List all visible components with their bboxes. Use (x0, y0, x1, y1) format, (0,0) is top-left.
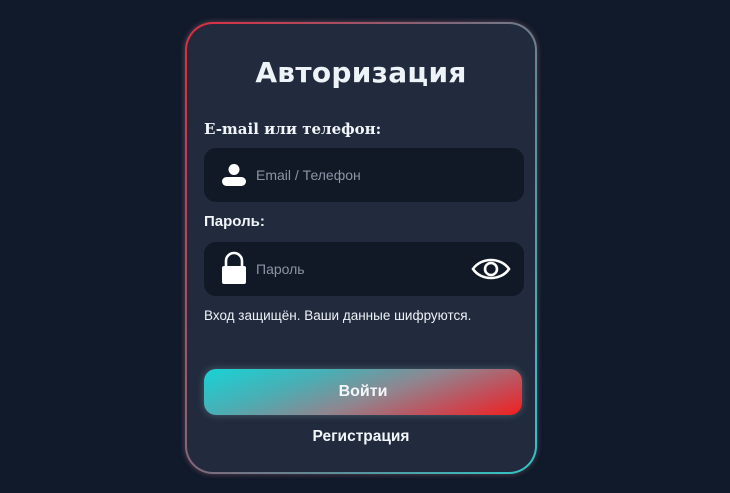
password-field-container (204, 242, 524, 296)
login-card: Авторизация E-mail или телефон: Пароль: … (185, 22, 537, 474)
security-note: Вход защищён. Ваши данные шифруются. (204, 308, 472, 323)
register-link[interactable]: Регистрация (187, 428, 535, 446)
password-label: Пароль: (204, 213, 265, 230)
page-title: Авторизация (255, 56, 467, 89)
eye-icon[interactable] (471, 255, 511, 283)
user-icon (222, 164, 246, 186)
login-button[interactable]: Войти (204, 369, 522, 415)
email-label: E-mail или телефон: (204, 120, 382, 138)
email-input[interactable] (256, 148, 466, 202)
password-input[interactable] (256, 242, 466, 296)
email-field-container (204, 148, 524, 202)
lock-icon (222, 251, 246, 284)
